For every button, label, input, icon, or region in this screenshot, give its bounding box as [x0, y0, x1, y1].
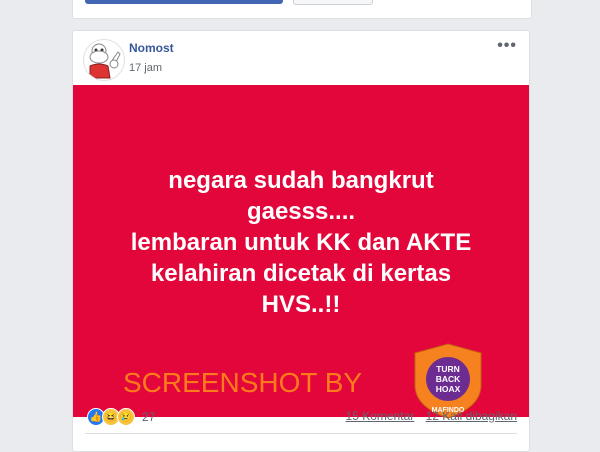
post-image-line: kelahiran dicetak di kertas — [150, 260, 452, 287]
footer-divider — [85, 433, 517, 434]
post-image[interactable]: negara sudah bangkrut gaesss.... lembara… — [73, 85, 529, 419]
post-card: Nomost 17 jam ••• negara sudah bangkrut … — [72, 30, 530, 452]
post-image-line: negara sudah bangkrut — [168, 167, 434, 194]
post-image-line: gaesss.... — [246, 198, 356, 225]
turnbackhoax-logo: TURN BACK HOAX MAFINDO — [414, 343, 482, 419]
previous-primary-button[interactable] — [85, 0, 283, 4]
previous-secondary-button[interactable] — [293, 0, 373, 5]
sad-reaction-icon: 😢 — [117, 408, 135, 426]
post-timestamp[interactable]: 17 jam — [129, 62, 162, 74]
svg-text:BACK: BACK — [436, 374, 461, 384]
screenshot-watermark: SCREENSHOT BY — [123, 367, 363, 398]
avatar-cartoon-icon — [89, 43, 121, 79]
svg-text:HOAX: HOAX — [436, 384, 461, 394]
engagement-links: 15 Komentar 12 Kali dibagikan — [346, 409, 517, 423]
post-image-text: negara sudah bangkrut gaesss.... lembara… — [113, 165, 489, 320]
avatar[interactable] — [83, 39, 125, 81]
post-image-line: lembaran untuk KK dan AKTE — [130, 229, 472, 256]
shares-link[interactable]: 12 Kali dibagikan — [426, 409, 517, 423]
comments-link[interactable]: 15 Komentar — [346, 409, 415, 423]
post-image-line: HVS..!! — [261, 291, 341, 318]
post-author-name[interactable]: Nomost — [129, 41, 174, 55]
previous-post-footer — [72, 0, 532, 19]
reaction-count[interactable]: 27 — [142, 410, 155, 424]
more-options-icon[interactable]: ••• — [497, 37, 517, 55]
svg-text:TURN: TURN — [436, 364, 460, 374]
reaction-summary[interactable]: 👍 😆 😢 27 — [87, 407, 155, 427]
